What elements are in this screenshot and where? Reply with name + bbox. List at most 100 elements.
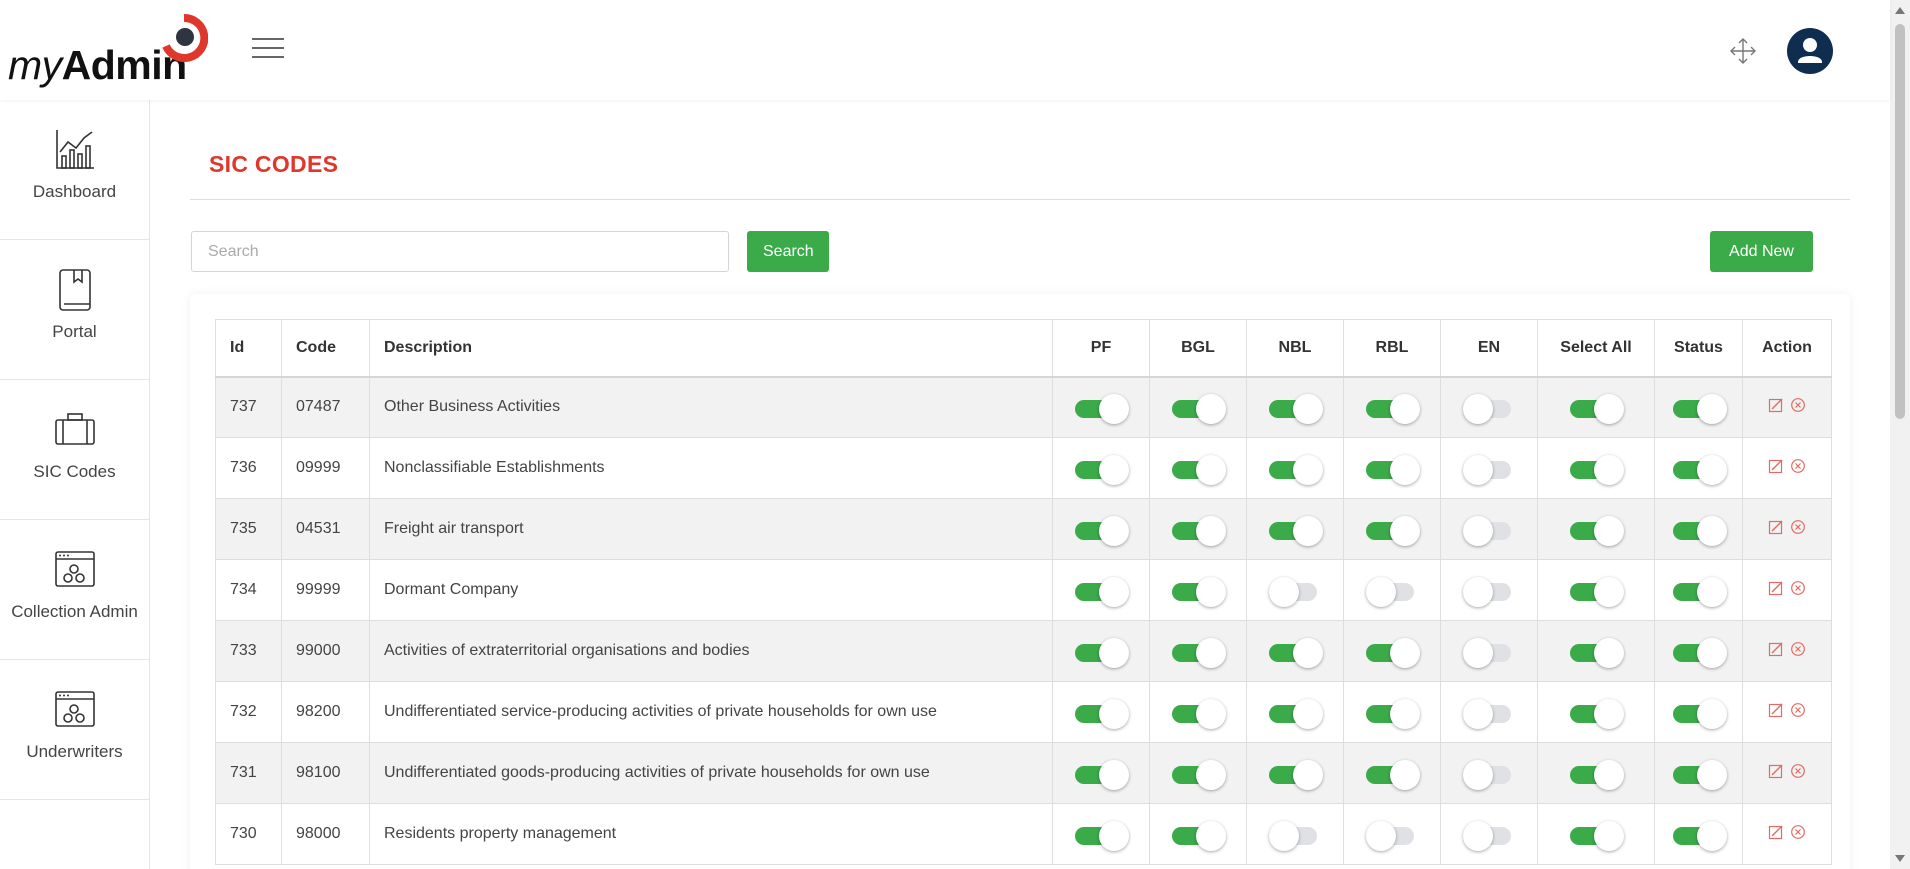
brand-logo[interactable]: myAdmin [8,14,213,88]
status-toggle[interactable] [1672,699,1727,729]
sidebar-item-dashboard[interactable]: Dashboard [0,100,149,240]
nbl-toggle[interactable] [1269,455,1323,485]
select-all-toggle[interactable] [1570,760,1624,790]
rbl-toggle[interactable] [1366,394,1420,425]
status-toggle[interactable] [1672,577,1727,607]
select-all-toggle[interactable] [1570,455,1624,485]
edit-icon[interactable] [1768,519,1784,535]
pf-toggle[interactable] [1075,516,1129,546]
en-toggle[interactable] [1463,821,1515,851]
nbl-toggle[interactable] [1269,638,1323,668]
scrollbar-thumb[interactable] [1895,24,1905,419]
cell-code: 07487 [281,376,370,438]
rbl-toggle[interactable] [1366,760,1420,790]
pf-toggle[interactable] [1075,455,1129,485]
rbl-toggle[interactable] [1366,516,1420,546]
hamburger-icon[interactable] [252,36,286,62]
bgl-toggle[interactable] [1172,760,1226,790]
delete-icon[interactable] [1790,458,1806,474]
en-toggle[interactable] [1463,516,1515,546]
sidebar-item-sic-codes[interactable]: SIC Codes [0,380,149,520]
bgl-toggle[interactable] [1172,516,1226,546]
delete-icon[interactable] [1790,580,1806,596]
delete-icon[interactable] [1790,763,1806,779]
column-header-nbl[interactable]: NBL [1246,319,1344,378]
sidebar-item-underwriters[interactable]: Underwriters [0,660,149,800]
column-header-select-all[interactable]: Select All [1537,319,1655,378]
rbl-toggle[interactable] [1366,638,1420,668]
pf-toggle[interactable] [1075,821,1129,851]
toggle-knob [1293,638,1323,668]
rbl-toggle[interactable] [1366,577,1418,607]
nbl-toggle[interactable] [1269,394,1323,425]
select-all-toggle[interactable] [1570,394,1624,425]
scroll-down-icon[interactable] [1895,855,1905,862]
en-toggle[interactable] [1463,394,1515,425]
pf-toggle[interactable] [1075,638,1129,668]
en-toggle[interactable] [1463,638,1515,668]
bgl-toggle[interactable] [1172,394,1226,425]
column-header-en[interactable]: EN [1440,319,1538,378]
bgl-toggle[interactable] [1172,455,1226,485]
edit-icon[interactable] [1768,458,1784,474]
select-all-toggle[interactable] [1570,577,1624,607]
scroll-up-icon[interactable] [1895,7,1905,14]
add-new-button[interactable]: Add New [1710,231,1813,272]
nbl-toggle[interactable] [1269,577,1321,607]
search-input[interactable] [191,231,729,272]
user-avatar[interactable] [1787,28,1833,74]
pf-toggle[interactable] [1075,577,1129,607]
nbl-toggle[interactable] [1269,516,1323,546]
en-toggle[interactable] [1463,577,1515,607]
nbl-toggle[interactable] [1269,821,1321,851]
select-all-toggle[interactable] [1570,699,1624,729]
pf-toggle[interactable] [1075,699,1129,729]
en-toggle[interactable] [1463,699,1515,729]
status-toggle[interactable] [1672,455,1727,485]
status-toggle[interactable] [1672,638,1727,668]
status-toggle[interactable] [1672,516,1727,546]
column-header-status[interactable]: Status [1654,319,1743,378]
edit-icon[interactable] [1768,641,1784,657]
select-all-toggle[interactable] [1570,821,1624,851]
search-button[interactable]: Search [747,231,829,272]
delete-icon[interactable] [1790,519,1806,535]
bgl-toggle[interactable] [1172,638,1226,668]
status-toggle[interactable] [1672,394,1727,425]
column-header-rbl[interactable]: RBL [1343,319,1441,378]
rbl-toggle[interactable] [1366,455,1420,485]
page-scrollbar[interactable] [1890,0,1910,869]
column-header-bgl[interactable]: BGL [1149,319,1247,378]
sidebar-item-portal[interactable]: Portal [0,240,149,380]
edit-icon[interactable] [1768,397,1784,413]
delete-icon[interactable] [1790,702,1806,718]
bgl-toggle[interactable] [1172,821,1226,851]
column-header-code[interactable]: Code [281,319,370,378]
select-all-toggle[interactable] [1570,638,1624,668]
column-header-id[interactable]: Id [215,319,282,378]
column-header-description[interactable]: Description [369,319,1053,378]
en-toggle[interactable] [1463,760,1515,790]
status-toggle[interactable] [1672,821,1727,851]
rbl-toggle[interactable] [1366,699,1420,729]
edit-icon[interactable] [1768,580,1784,596]
edit-icon[interactable] [1768,702,1784,718]
fullscreen-icon[interactable] [1728,36,1758,66]
bgl-toggle[interactable] [1172,577,1226,607]
sidebar-item-collection-admin[interactable]: Collection Admin [0,520,149,660]
delete-icon[interactable] [1790,824,1806,840]
nbl-toggle[interactable] [1269,760,1323,790]
pf-toggle[interactable] [1075,760,1129,790]
edit-icon[interactable] [1768,824,1784,840]
pf-toggle[interactable] [1075,394,1129,425]
status-toggle[interactable] [1672,760,1727,790]
nbl-toggle[interactable] [1269,699,1323,729]
column-header-pf[interactable]: PF [1052,319,1150,378]
rbl-toggle[interactable] [1366,821,1418,851]
select-all-toggle[interactable] [1570,516,1624,546]
delete-icon[interactable] [1790,397,1806,413]
delete-icon[interactable] [1790,641,1806,657]
edit-icon[interactable] [1768,763,1784,779]
bgl-toggle[interactable] [1172,699,1226,729]
en-toggle[interactable] [1463,455,1515,485]
